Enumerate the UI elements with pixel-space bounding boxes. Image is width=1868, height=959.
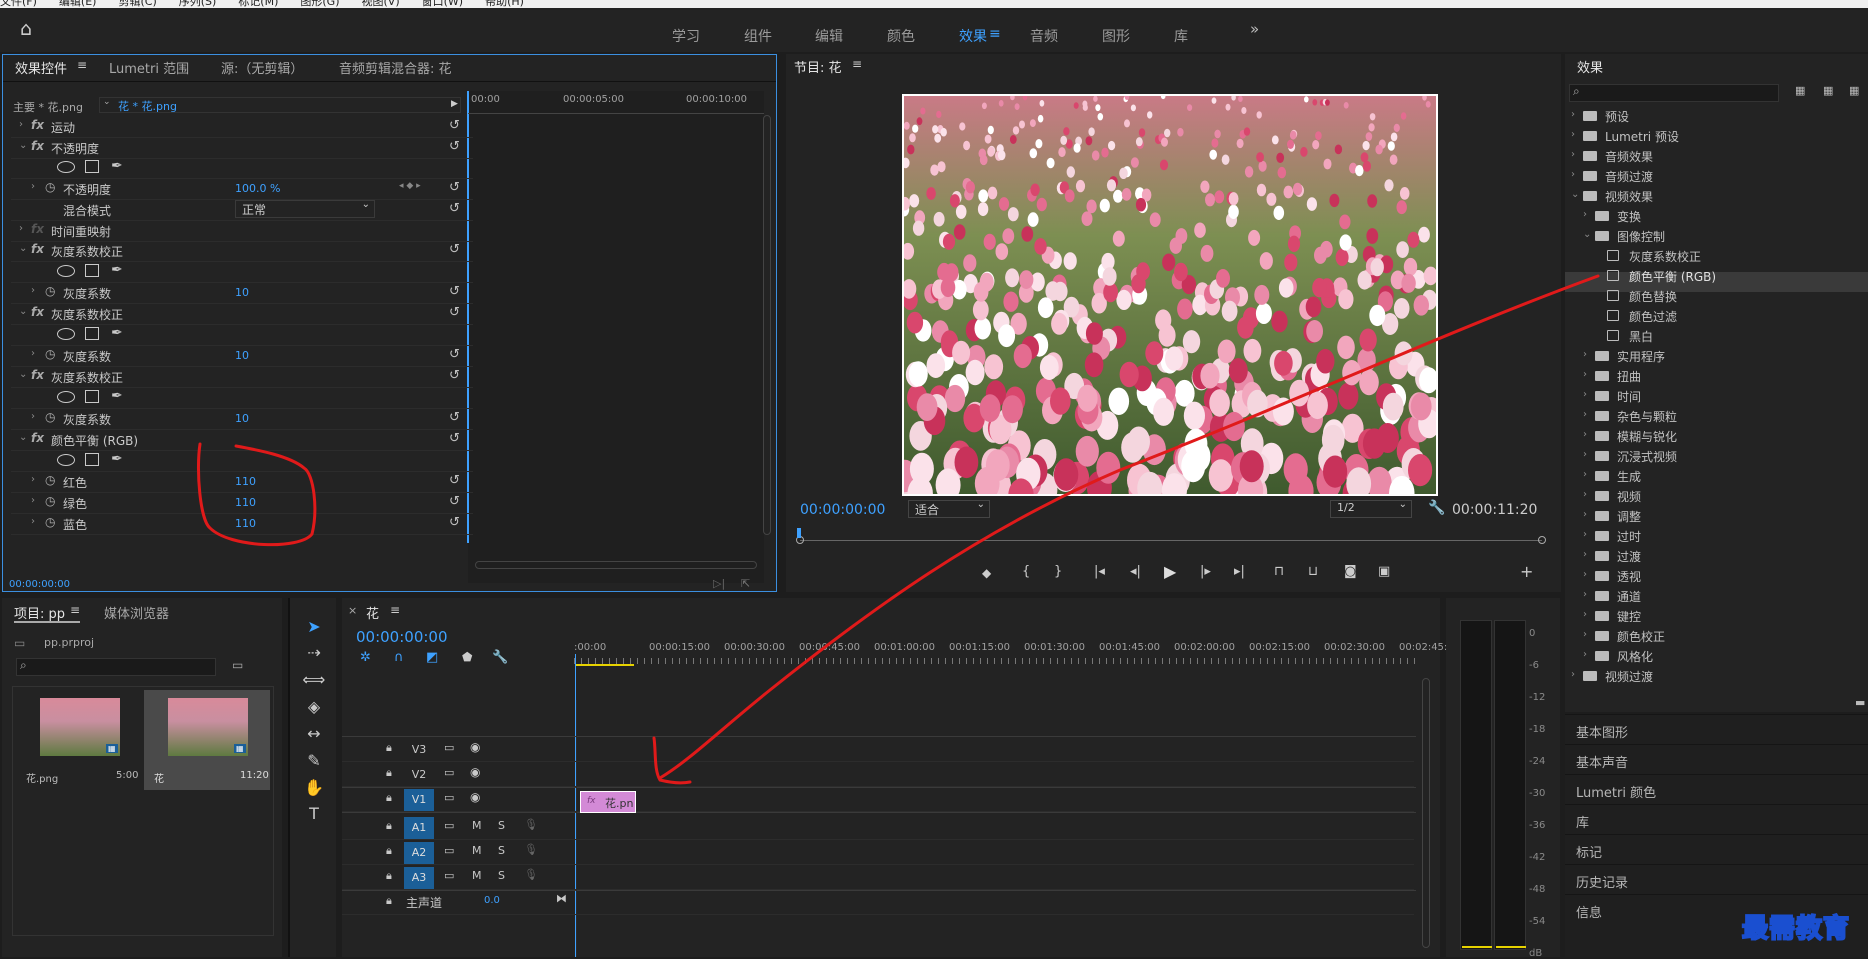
annotation-overlay <box>197 274 1600 785</box>
annotation-circle <box>197 442 317 547</box>
annotation-arrow <box>658 274 1600 780</box>
watermark: 最需教育 <box>1741 913 1851 945</box>
